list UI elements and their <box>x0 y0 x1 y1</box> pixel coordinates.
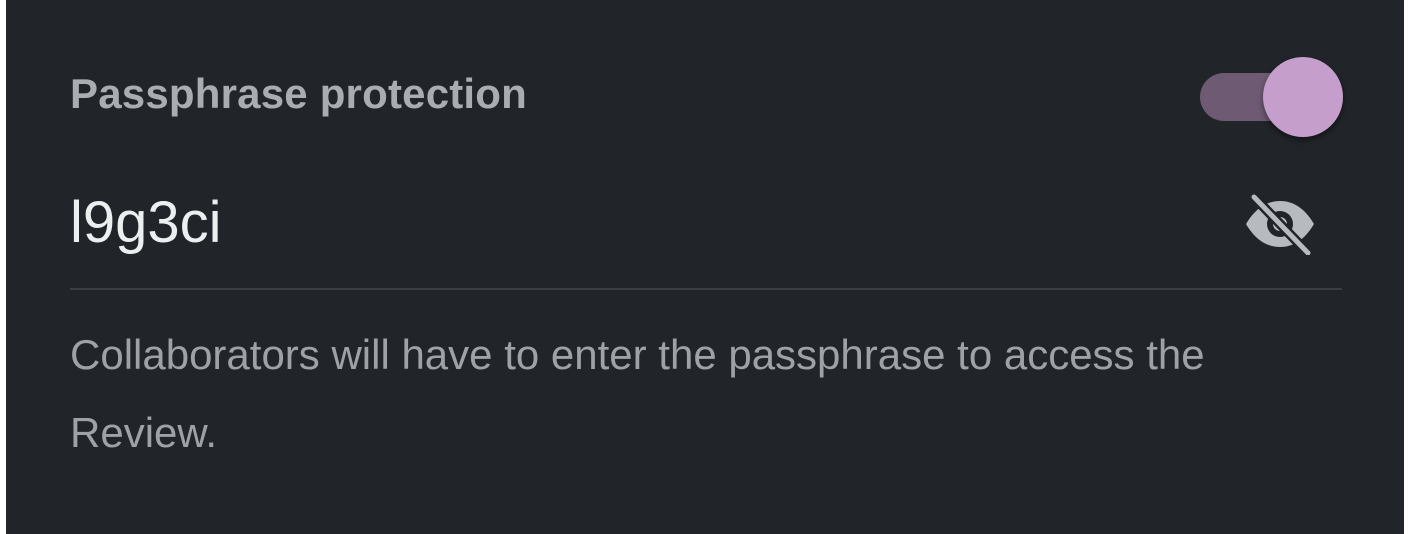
section-title: Passphrase protection <box>70 70 528 117</box>
eye-off-icon <box>1246 192 1314 255</box>
toggle-visibility-button[interactable] <box>1240 188 1320 258</box>
helper-text: Collaborators will have to enter the pas… <box>70 331 1205 456</box>
passphrase-protection-toggle[interactable] <box>1197 56 1345 140</box>
toggle-thumb <box>1263 57 1343 137</box>
passphrase-input[interactable] <box>70 188 970 258</box>
passphrase-panel: Passphrase protection Collaborators will… <box>6 0 1404 534</box>
passphrase-field <box>70 170 1342 290</box>
